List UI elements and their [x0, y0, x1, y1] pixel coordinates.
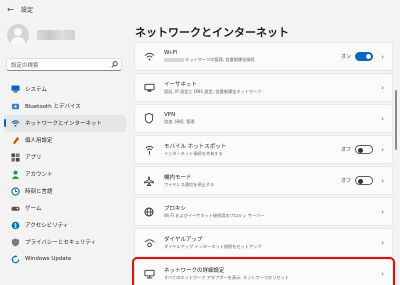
personalization-icon: [10, 135, 20, 145]
toggle-state-label: オフ: [341, 178, 352, 184]
card-title: Wi-Fi: [164, 49, 178, 56]
chevron-right-icon: ›: [381, 145, 384, 154]
accessibility-icon: [10, 220, 20, 230]
airplane-icon: [143, 175, 155, 187]
proxy-icon: [143, 206, 155, 218]
page-title: ネットワークとインターネット: [135, 26, 289, 39]
hotspot-icon: [143, 144, 155, 156]
network-icon: [10, 118, 20, 128]
sidebar-item-label: アプリ: [25, 155, 42, 162]
sidebar-item-label: Windows Update: [25, 256, 72, 263]
card-title: プロキシ: [164, 205, 187, 212]
settings-card-dialup[interactable]: ダイヤルアップ ダイヤルアップ インターネット接続をセットアップ ›: [134, 228, 393, 257]
sidebar-item-label: ネットワークとインターネット: [25, 121, 103, 128]
network-name-redacted: [164, 58, 184, 63]
user-profile[interactable]: [7, 24, 75, 46]
title-bar: ← 設定: [0, 0, 400, 18]
card-title: ダイヤルアップ: [164, 236, 203, 243]
sidebar-item-network[interactable]: ネットワークとインターネット: [4, 115, 126, 132]
sidebar-item-label: 時刻と言語: [25, 189, 53, 196]
card-description: 追加, 接続, 管理: [164, 119, 195, 125]
wifi-icon: [143, 51, 155, 63]
bluetooth-icon: [10, 101, 20, 111]
sidebar-nav: システム Bluetooth とデバイスネットワークとインターネット 個人用設定アプ…: [4, 81, 126, 268]
sidebar-item-label: システム: [25, 87, 47, 94]
account-icon: [10, 169, 20, 179]
sidebar-item-windows-update[interactable]: Windows Update: [4, 251, 126, 268]
card-title: モバイル ホットスポット: [164, 143, 227, 150]
sidebar-item-shield[interactable]: プライバシーとセキュリティ: [4, 234, 126, 251]
chevron-right-icon: ›: [381, 114, 384, 123]
sidebar-item-personalization[interactable]: 個人用設定: [4, 132, 126, 149]
windows-update-icon: [10, 254, 20, 264]
sidebar-item-gaming[interactable]: ゲーム: [4, 200, 126, 217]
chevron-right-icon: ›: [381, 176, 384, 185]
toggle-state-label: オン: [341, 54, 352, 60]
card-description: ネットワークの管理, 従量制課金接続: [164, 57, 341, 63]
toggle-switch[interactable]: [355, 145, 374, 154]
sidebar-item-account[interactable]: アカウント: [4, 166, 126, 183]
search-placeholder: 設定の検索: [11, 62, 39, 69]
sidebar-item-label: 個人用設定: [25, 138, 53, 145]
ethernet-icon: [143, 82, 155, 94]
toggle-switch[interactable]: [355, 176, 374, 185]
avatar: [7, 24, 29, 46]
sidebar-item-label: ゲーム: [25, 206, 42, 213]
card-description: すべてのネットワーク アダプターを表示, ネットワークのリセット: [164, 275, 289, 281]
card-description: ワイヤレス通信を停止する: [164, 182, 215, 188]
time-language-icon: [10, 186, 20, 196]
search-icon: [107, 61, 121, 68]
chevron-right-icon: ›: [381, 207, 384, 216]
settings-card-airplane[interactable]: 機内モード ワイヤレス通信を停止する オフ ›: [134, 166, 393, 195]
system-icon: [10, 84, 20, 94]
back-arrow-icon[interactable]: ←: [7, 5, 21, 14]
chevron-right-icon: ›: [381, 52, 384, 61]
card-title: イーサネット: [164, 81, 197, 88]
card-description: 認証, IP 設定と DNS 設定, 従量制課金ネットワーク: [164, 89, 262, 95]
chevron-right-icon: ›: [381, 269, 384, 278]
advanced-network-icon: [143, 268, 155, 280]
sidebar-item-label: アクセシビリティ: [25, 223, 69, 230]
card-description: インターネット接続を共有する: [164, 151, 223, 157]
settings-card-advanced-network[interactable]: ネットワークの詳細設定 すべてのネットワーク アダプターを表示, ネットワークのリ…: [132, 257, 395, 285]
search-input[interactable]: 設定の検索: [6, 58, 122, 71]
sidebar-item-label: Bluetooth とデバイス: [25, 104, 81, 111]
toggle-state-label: オフ: [341, 147, 352, 153]
card-title: ネットワークの詳細設定: [164, 267, 225, 274]
card-description: Wi-Fi およびイーサネット接続用のプロキシ サーバー: [164, 213, 265, 219]
card-title: 機内モード: [164, 174, 192, 181]
sidebar: 設定の検索 システム Bluetooth とデバイスネットワークとインターネット個…: [0, 18, 130, 285]
vpn-icon: [143, 113, 155, 125]
user-name-redacted: [37, 30, 75, 40]
settings-card-wifi[interactable]: Wi-Fi ネットワークの管理, 従量制課金接続 オン ›: [134, 42, 393, 71]
card-title: VPN: [164, 111, 176, 118]
sidebar-item-label: プライバシーとセキュリティ: [25, 240, 97, 247]
sidebar-item-label: アカウント: [25, 172, 53, 179]
scrollbar[interactable]: [395, 90, 397, 150]
gaming-icon: [10, 203, 20, 213]
sidebar-item-bluetooth[interactable]: Bluetooth とデバイス: [4, 98, 126, 115]
sidebar-item-accessibility[interactable]: アクセシビリティ: [4, 217, 126, 234]
dialup-icon: [143, 237, 155, 249]
toggle-switch[interactable]: [355, 52, 374, 61]
apps-icon: [10, 152, 20, 162]
chevron-right-icon: ›: [381, 83, 384, 92]
settings-card-vpn[interactable]: VPN 追加, 接続, 管理 ›: [134, 104, 393, 133]
sidebar-item-system[interactable]: システム: [4, 81, 126, 98]
card-description: ダイヤルアップ インターネット接続をセットアップ: [164, 244, 262, 250]
shield-icon: [10, 237, 20, 247]
window-title: 設定: [21, 6, 34, 14]
settings-card-hotspot[interactable]: モバイル ホットスポット インターネット接続を共有する オフ ›: [134, 135, 393, 164]
sidebar-item-time-language[interactable]: 時刻と言語: [4, 183, 126, 200]
sidebar-item-apps[interactable]: アプリ: [4, 149, 126, 166]
settings-card-ethernet[interactable]: イーサネット 認証, IP 設定と DNS 設定, 従量制課金ネットワーク ›: [134, 73, 393, 102]
settings-card-proxy[interactable]: プロキシ Wi-Fi およびイーサネット接続用のプロキシ サーバー ›: [134, 197, 393, 226]
chevron-right-icon: ›: [381, 238, 384, 247]
settings-list: Wi-Fi ネットワークの管理, 従量制課金接続 オン › イーサネット 認証, IP 設…: [132, 42, 395, 285]
